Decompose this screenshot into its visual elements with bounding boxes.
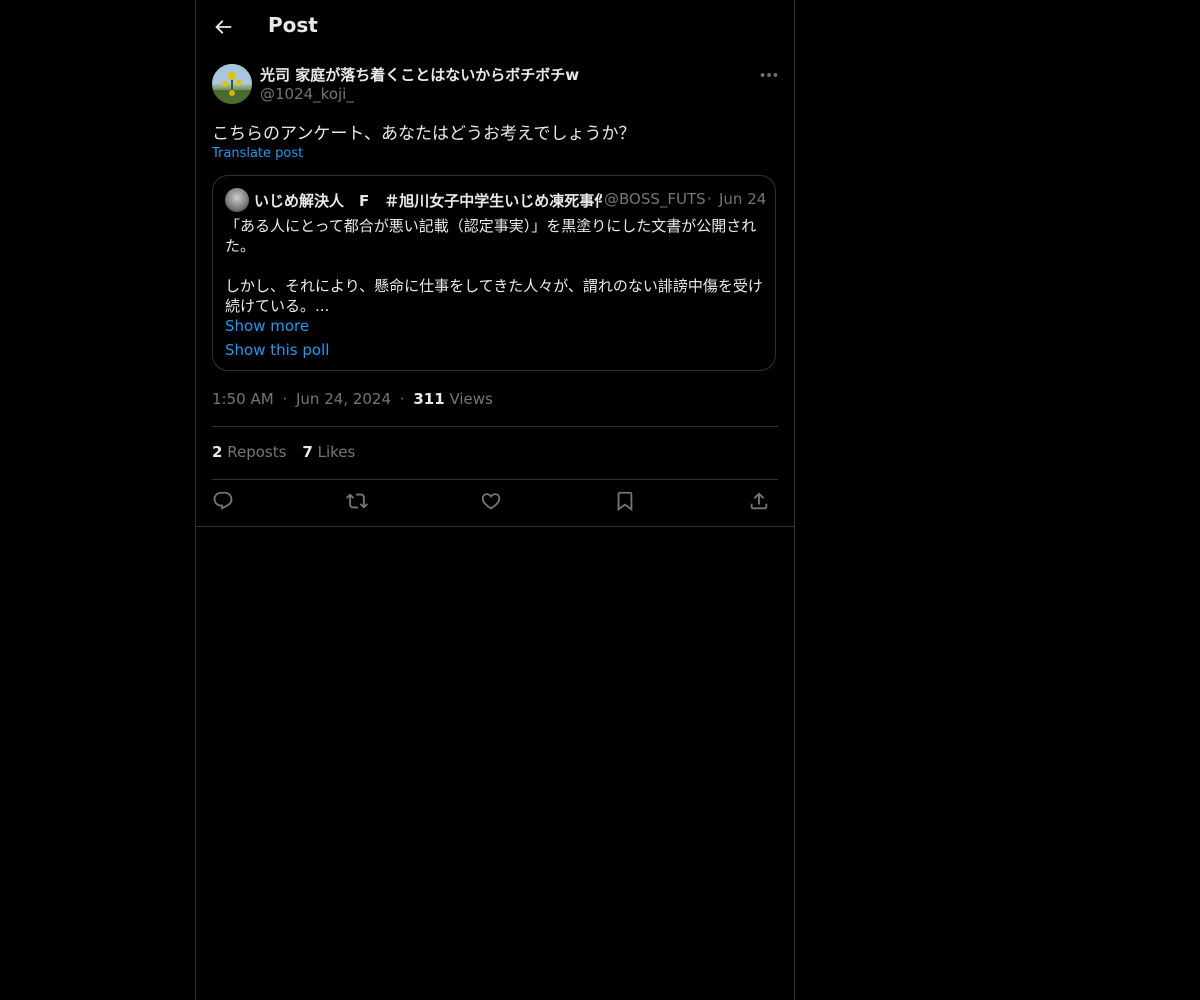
more-icon <box>760 73 778 77</box>
reply-button[interactable] <box>212 490 234 512</box>
likes-stat[interactable]: 7 Likes <box>302 443 355 461</box>
show-more-link[interactable]: Show more <box>225 317 309 335</box>
bookmark-button[interactable] <box>614 490 636 512</box>
heart-icon <box>481 493 501 510</box>
arrow-left-icon <box>215 20 232 34</box>
translate-post-link[interactable]: Translate post <box>212 146 303 161</box>
post-date[interactable]: Jun 24, 2024 <box>296 390 391 408</box>
post-time[interactable]: 1:50 AM <box>212 390 274 408</box>
show-poll-link[interactable]: Show this poll <box>225 341 329 359</box>
divider <box>212 426 778 427</box>
repost-icon <box>346 493 368 509</box>
page-title: Post <box>268 13 318 37</box>
divider <box>212 479 778 480</box>
likes-count: 7 <box>302 443 313 461</box>
quote-avatar <box>225 188 249 212</box>
divider <box>196 526 794 527</box>
action-bar <box>212 490 778 516</box>
avatar[interactable] <box>212 64 252 104</box>
meta-separator: · <box>399 390 405 408</box>
reply-icon <box>213 491 233 510</box>
quote-paragraph: 「ある人にとって都合が悪い記載（認定事実）」を黒塗りにした文書が公開された。 <box>225 217 757 255</box>
quote-author-handle: @BOSS_FUTS <box>604 190 706 208</box>
share-button[interactable] <box>748 490 770 512</box>
avatar-image <box>212 64 252 104</box>
main-column: Post 光司 家庭が落ち着くことはないからボチボチw @1024_koji_ … <box>195 0 795 1000</box>
like-button[interactable] <box>480 490 502 512</box>
back-button[interactable] <box>212 16 234 38</box>
bookmark-icon <box>617 491 633 512</box>
quote-separator: · <box>707 190 712 208</box>
likes-label: Likes <box>317 443 356 461</box>
reposts-label: Reposts <box>227 443 287 461</box>
more-options-button[interactable] <box>758 64 780 86</box>
engagement-stats: 2 Reposts 7 Likes <box>212 443 371 461</box>
reposts-stat[interactable]: 2 Reposts <box>212 443 286 461</box>
author-name[interactable]: 光司 家庭が落ち着くことはないからボチボチw <box>260 64 579 85</box>
repost-button[interactable] <box>346 490 368 512</box>
quote-body: 「ある人にとって都合が悪い記載（認定事実）」を黒塗りにした文書が公開された。 し… <box>225 216 765 316</box>
meta-separator: · <box>282 390 288 408</box>
post-meta: 1:50 AM · Jun 24, 2024 · 311 Views <box>212 390 493 408</box>
views-count: 311 <box>413 390 445 408</box>
share-icon <box>750 492 768 510</box>
quoted-post[interactable]: いじめ解決人 F ＃旭川女子中学生いじめ凍死事件 @BOSS_FUTS · Ju… <box>212 175 776 371</box>
quote-paragraph: しかし、それにより、懸命に仕事をしてきた人々が、謂れのない誹謗中傷を受け続けてい… <box>225 277 763 315</box>
quote-date: Jun 24 <box>719 190 767 208</box>
post-text: こちらのアンケート、あなたはどうお考えでしょうか？ <box>212 124 636 144</box>
views-label: Views <box>449 390 493 408</box>
author-handle[interactable]: @1024_koji_ <box>260 85 354 103</box>
quote-author-name: いじめ解決人 F ＃旭川女子中学生いじめ凍死事件 <box>254 192 602 210</box>
reposts-count: 2 <box>212 443 223 461</box>
header: Post <box>196 0 794 53</box>
